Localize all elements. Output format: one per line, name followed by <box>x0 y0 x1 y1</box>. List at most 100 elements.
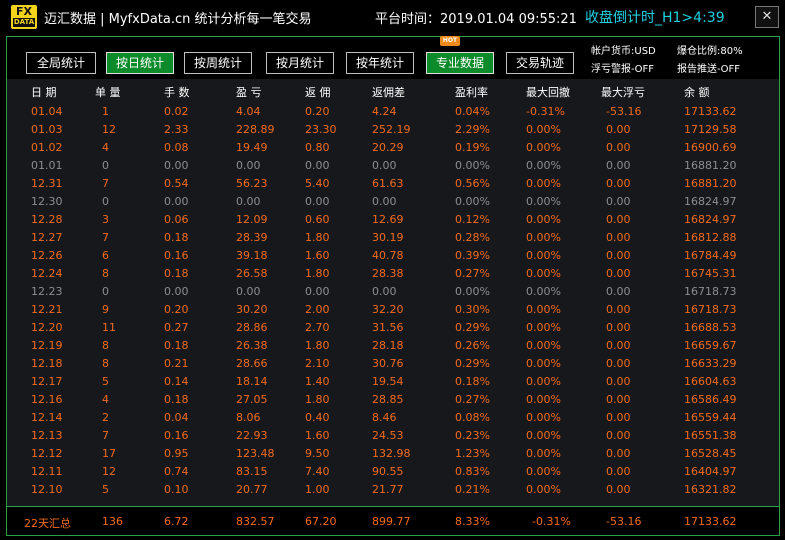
cell-date: 12.14 <box>31 411 63 424</box>
header-max-float-loss: 最大浮亏 <box>601 86 645 99</box>
account-currency: 帐户货币:USD <box>591 46 656 57</box>
cell-balance: 16784.49 <box>684 249 737 262</box>
cell-max-float-loss: 0.00 <box>606 303 631 316</box>
cell-rebate-diff: 40.78 <box>372 249 404 262</box>
cell-rebate: 1.80 <box>305 393 330 406</box>
cell-balance: 16528.45 <box>684 447 737 460</box>
table-row: 12.26 6 0.16 39.18 1.60 40.78 0.39% 0.00% 0.00 16… <box>7 247 779 265</box>
cell-max-float-loss: 0.00 <box>606 231 631 244</box>
table-row: 12.13 7 0.16 22.93 1.60 24.53 0.23% 0.00% 0.00 16… <box>7 427 779 445</box>
cell-profit: 20.77 <box>236 483 268 496</box>
cell-profit: 0.00 <box>236 195 261 208</box>
summary-rebate-diff: 899.77 <box>372 515 411 528</box>
tab-monthly-stats[interactable]: 按月统计 <box>266 52 334 74</box>
cell-date: 12.27 <box>31 231 63 244</box>
margin-ratio: 爆仓比例:80% <box>677 46 743 57</box>
cell-profit-rate: 0.83% <box>455 465 490 478</box>
tab-daily-stats[interactable]: 按日统计 <box>106 52 174 74</box>
cell-order-count: 4 <box>102 393 109 406</box>
cell-profit-rate: 0.39% <box>455 249 490 262</box>
cell-profit: 56.23 <box>236 177 268 190</box>
cell-max-float-loss: 0.00 <box>606 429 631 442</box>
cell-profit: 30.20 <box>236 303 268 316</box>
cell-profit-rate: 0.29% <box>455 321 490 334</box>
cell-profit: 27.05 <box>236 393 268 406</box>
header-date: 日 期 <box>31 86 57 99</box>
cell-rebate: 1.60 <box>305 249 330 262</box>
cell-lots: 0.06 <box>164 213 189 226</box>
cell-lots: 0.18 <box>164 231 189 244</box>
header-profit: 盈 亏 <box>236 86 262 99</box>
cell-date: 12.16 <box>31 393 63 406</box>
cell-profit-rate: 0.29% <box>455 357 490 370</box>
tab-overall-stats[interactable]: 全局统计 <box>26 52 96 74</box>
cell-rebate-diff: 252.19 <box>372 123 411 136</box>
cell-profit-rate: 0.12% <box>455 213 490 226</box>
cell-profit-rate: 0.19% <box>455 141 490 154</box>
tab-weekly-stats[interactable]: 按周统计 <box>184 52 252 74</box>
cell-max-drawdown: 0.00% <box>526 141 561 154</box>
cell-order-count: 0 <box>102 159 109 172</box>
tab-trade-trajectory[interactable]: 交易轨迹 <box>506 52 574 74</box>
table-row: 12.23 0 0.00 0.00 0.00 0.00 0.00% 0.00% 0.00 1671… <box>7 283 779 301</box>
cell-date: 12.28 <box>31 213 63 226</box>
cell-rebate: 0.00 <box>305 159 330 172</box>
table-row: 12.20 11 0.27 28.86 2.70 31.56 0.29% 0.00% 0.00 1… <box>7 319 779 337</box>
cell-order-count: 9 <box>102 303 109 316</box>
cell-profit-rate: 0.30% <box>455 303 490 316</box>
summary-days: 22天汇总 <box>24 517 71 530</box>
cell-order-count: 5 <box>102 375 109 388</box>
cell-max-float-loss: 0.00 <box>606 123 631 136</box>
cell-profit-rate: 0.08% <box>455 411 490 424</box>
cell-max-drawdown: 0.00% <box>526 303 561 316</box>
cell-max-float-loss: 0.00 <box>606 447 631 460</box>
cell-profit-rate: 0.00% <box>455 285 490 298</box>
cell-max-drawdown: 0.00% <box>526 411 561 424</box>
cell-date: 12.24 <box>31 267 63 280</box>
main-panel: 全局统计 按日统计 按周统计 按月统计 按年统计 专业数据 HOT 交易轨迹 帐… <box>6 36 780 536</box>
cell-profit: 83.15 <box>236 465 268 478</box>
cell-balance: 16881.20 <box>684 177 737 190</box>
report-push-toggle[interactable]: 报告推送-OFF <box>677 60 740 75</box>
table-row: 12.24 8 0.18 26.58 1.80 28.38 0.27% 0.00% 0.00 16… <box>7 265 779 283</box>
cell-profit-rate: 0.04% <box>455 105 490 118</box>
float-loss-alert-toggle[interactable]: 浮亏警报-OFF <box>591 60 654 75</box>
cell-rebate-diff: 0.00 <box>372 285 397 298</box>
cell-profit: 4.04 <box>236 105 261 118</box>
cell-balance: 16718.73 <box>684 285 737 298</box>
tab-yearly-stats[interactable]: 按年统计 <box>346 52 414 74</box>
cell-lots: 0.74 <box>164 465 189 478</box>
cell-balance: 16824.97 <box>684 195 737 208</box>
cell-date: 12.31 <box>31 177 63 190</box>
cell-max-drawdown: 0.00% <box>526 159 561 172</box>
cell-rebate: 1.00 <box>305 483 330 496</box>
cell-profit: 0.00 <box>236 285 261 298</box>
cell-max-float-loss: 0.00 <box>606 339 631 352</box>
close-button[interactable]: ✕ <box>755 6 779 28</box>
cell-balance: 16321.82 <box>684 483 737 496</box>
cell-balance: 16812.88 <box>684 231 737 244</box>
tab-pro-data[interactable]: 专业数据 <box>426 52 494 74</box>
header-order-count: 单 量 <box>95 86 121 99</box>
cell-balance: 16559.44 <box>684 411 737 424</box>
cell-profit: 28.66 <box>236 357 268 370</box>
table-row: 01.04 1 0.02 4.04 0.20 4.24 0.04% -0.31% -53.16 1… <box>7 103 779 121</box>
cell-max-drawdown: 0.00% <box>526 429 561 442</box>
cell-lots: 0.27 <box>164 321 189 334</box>
cell-lots: 0.14 <box>164 375 189 388</box>
header-rebate: 返 佣 <box>305 86 331 99</box>
cell-max-drawdown: 0.00% <box>526 375 561 388</box>
cell-lots: 0.08 <box>164 141 189 154</box>
cell-max-drawdown: 0.00% <box>526 213 561 226</box>
cell-max-float-loss: 0.00 <box>606 465 631 478</box>
cell-max-float-loss: 0.00 <box>606 375 631 388</box>
cell-lots: 0.16 <box>164 249 189 262</box>
cell-lots: 0.18 <box>164 267 189 280</box>
cell-profit-rate: 0.00% <box>455 159 490 172</box>
cell-max-float-loss: 0.00 <box>606 483 631 496</box>
cell-balance: 16551.38 <box>684 429 737 442</box>
cell-lots: 0.18 <box>164 339 189 352</box>
cell-rebate: 2.10 <box>305 357 330 370</box>
cell-balance: 16586.49 <box>684 393 737 406</box>
cell-max-drawdown: 0.00% <box>526 285 561 298</box>
